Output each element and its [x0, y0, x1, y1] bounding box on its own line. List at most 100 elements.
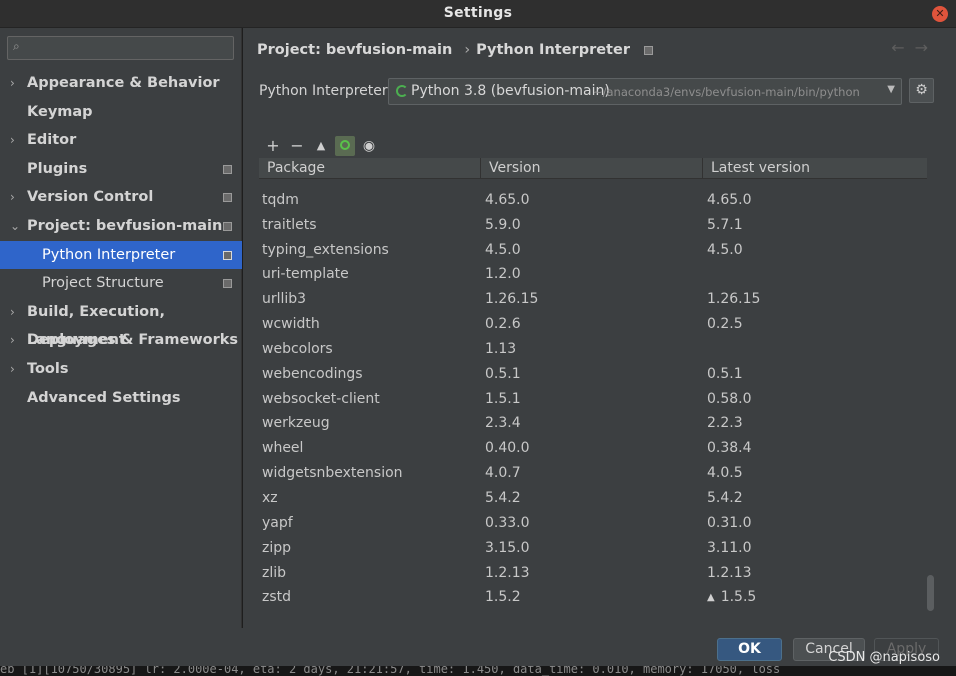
- table-row[interactable]: zipp 3.15.0 3.11.0: [259, 536, 927, 561]
- latest-version-text: 3.11.0: [707, 539, 752, 556]
- project-scope-icon: [223, 250, 232, 260]
- package-version: 1.5.1: [485, 390, 521, 407]
- main-panel: Project: bevfusion-main › Python Interpret…: [243, 28, 956, 628]
- interpreter-settings-button[interactable]: ⚙: [909, 78, 934, 103]
- sidebar-item-appearance-behavior[interactable]: › Appearance & Behavior: [0, 69, 242, 98]
- table-row[interactable]: urllib3 1.26.15 1.26.15: [259, 287, 927, 312]
- table-row[interactable]: wcwidth 0.2.6 0.2.5: [259, 312, 927, 337]
- sidebar-item-python-interpreter[interactable]: Python Interpreter: [0, 240, 242, 270]
- table-row[interactable]: yapf 0.33.0 0.31.0: [259, 511, 927, 536]
- sidebar-item-label: Project Structure: [42, 275, 164, 292]
- package-version: 1.2.13: [485, 564, 530, 581]
- package-name: xz: [262, 489, 278, 506]
- sidebar-item-advanced-settings[interactable]: Advanced Settings: [0, 384, 242, 413]
- latest-version-text: 1.5.5: [720, 589, 757, 606]
- package-latest-version: 0.58.0: [707, 387, 752, 412]
- window-title: Settings: [443, 5, 513, 21]
- sidebar-item-project-structure[interactable]: Project Structure: [0, 269, 242, 298]
- table-row[interactable]: typing_extensions 4.5.0 4.5.0: [259, 238, 927, 263]
- eye-icon: ◉: [362, 138, 376, 154]
- sidebar-item-build-execution-deployment[interactable]: › Build, Execution, Deployment: [0, 298, 242, 348]
- sidebar-item-plugins[interactable]: Plugins: [0, 155, 242, 184]
- scrollbar-thumb[interactable]: [927, 575, 934, 611]
- chevron-down-icon[interactable]: ⌄: [10, 212, 22, 240]
- package-version: 1.5.2: [485, 589, 521, 606]
- table-row[interactable]: webcolors 1.13: [259, 337, 927, 362]
- package-version: 6.3.2: [485, 179, 521, 188]
- sidebar-item-tools[interactable]: › Tools: [0, 355, 242, 384]
- latest-version-text: 0.5.1: [707, 365, 743, 382]
- settings-search[interactable]: ⌕: [7, 36, 234, 60]
- chevron-right-icon[interactable]: ›: [10, 355, 22, 383]
- latest-version-text: 2.2.3: [707, 415, 743, 432]
- table-row[interactable]: websocket-client 1.5.1 0.58.0: [259, 387, 927, 412]
- table-row[interactable]: zlib 1.2.13 1.2.13: [259, 561, 927, 586]
- package-latest-version: 1.2.13: [707, 561, 752, 586]
- forward-arrow-icon[interactable]: →: [915, 38, 938, 57]
- package-name: urllib3: [262, 291, 307, 308]
- chevron-right-icon[interactable]: ›: [10, 298, 22, 326]
- remove-package-button[interactable]: −: [287, 136, 307, 156]
- table-row[interactable]: xz 5.4.2 5.4.2: [259, 486, 927, 511]
- sidebar-item-label: Advanced Settings: [27, 389, 181, 406]
- package-version: 0.40.0: [485, 440, 530, 457]
- table-body: tornado 6.3.2 6.2 tqdm 4.65.0 4.65.0 traitlets…: [259, 179, 927, 618]
- column-latest-version[interactable]: Latest version: [703, 158, 927, 179]
- sidebar-item-version-control[interactable]: › Version Control: [0, 183, 242, 212]
- table-row[interactable]: uri-template 1.2.0: [259, 262, 927, 287]
- close-icon[interactable]: ✕: [932, 6, 948, 22]
- column-package[interactable]: Package: [259, 158, 481, 179]
- interpreter-label: Python Interpreter:: [259, 83, 393, 99]
- package-latest-version: 0.5.1: [707, 362, 743, 387]
- package-latest-version: 0.38.4: [707, 436, 752, 461]
- upgrade-package-button[interactable]: ▲: [311, 136, 331, 156]
- table-row[interactable]: widgetsnbextension 4.0.7 4.0.5: [259, 461, 927, 486]
- sidebar-item-label: Tools: [27, 360, 69, 377]
- table-row[interactable]: traitlets 5.9.0 5.7.1: [259, 213, 927, 238]
- table-row[interactable]: tornado 6.3.2 6.2: [259, 179, 927, 188]
- vertical-scrollbar[interactable]: [927, 178, 935, 618]
- interpreter-dropdown[interactable]: Python 3.8 (bevfusion-main) ~/anaconda3/…: [388, 78, 902, 105]
- table-row[interactable]: werkzeug 2.3.4 2.2.3: [259, 411, 927, 436]
- table-row[interactable]: wheel 0.40.0 0.38.4: [259, 436, 927, 461]
- package-latest-version: 5.7.1: [707, 213, 743, 238]
- table-row[interactable]: tqdm 4.65.0 4.65.0: [259, 188, 927, 213]
- breadcrumb-project[interactable]: Project: bevfusion-main: [257, 42, 452, 58]
- package-version: 1.2.0: [485, 266, 521, 283]
- package-name: zipp: [262, 539, 292, 556]
- package-latest-version: 0.31.0: [707, 511, 752, 536]
- sidebar-item-languages-frameworks[interactable]: › Languages & Frameworks: [0, 326, 242, 355]
- package-latest-version: 3.11.0: [707, 536, 752, 561]
- project-scope-icon: [223, 279, 232, 289]
- back-arrow-icon[interactable]: ←: [891, 38, 914, 57]
- sidebar-item-label: Project: bevfusion-main: [27, 217, 223, 234]
- sidebar-item-label: Version Control: [27, 189, 154, 206]
- package-latest-version: 4.5.0: [707, 238, 743, 263]
- latest-version-text: 4.5.0: [707, 241, 743, 258]
- add-package-button[interactable]: +: [263, 136, 283, 156]
- package-name: websocket-client: [262, 390, 380, 407]
- chevron-right-icon[interactable]: ›: [10, 183, 22, 211]
- dialog-footer: OK Cancel Apply: [0, 628, 956, 666]
- refresh-packages-button[interactable]: [335, 136, 355, 156]
- column-version[interactable]: Version: [481, 158, 703, 179]
- table-row[interactable]: webencodings 0.5.1 0.5.1: [259, 362, 927, 387]
- watermark: CSDN @napisoso: [828, 650, 940, 665]
- chevron-right-icon[interactable]: ›: [10, 126, 22, 154]
- sidebar-item-editor[interactable]: › Editor: [0, 126, 242, 155]
- sidebar-item-keymap[interactable]: Keymap: [0, 98, 242, 127]
- latest-version-text: 1.2.13: [707, 564, 752, 581]
- chevron-right-icon[interactable]: ›: [10, 326, 22, 354]
- show-early-releases-button[interactable]: ◉: [359, 136, 379, 156]
- sidebar-item-project-bevfusion-main[interactable]: ⌄ Project: bevfusion-main: [0, 212, 242, 241]
- package-latest-version: 4.0.5: [707, 461, 743, 486]
- settings-sidebar: ⌕ › Appearance & Behavior Keymap › Editor Plu…: [0, 28, 242, 628]
- ok-button[interactable]: OK: [717, 638, 782, 661]
- upgrade-available-icon: ▲: [707, 592, 715, 604]
- latest-version-text: 0.58.0: [707, 390, 752, 407]
- chevron-right-icon[interactable]: ›: [10, 69, 22, 97]
- search-input[interactable]: [32, 39, 227, 57]
- package-name: webencodings: [262, 365, 363, 382]
- table-row[interactable]: zstd 1.5.2 ▲ 1.5.5: [259, 585, 927, 610]
- sidebar-item-label: Python Interpreter: [42, 246, 176, 263]
